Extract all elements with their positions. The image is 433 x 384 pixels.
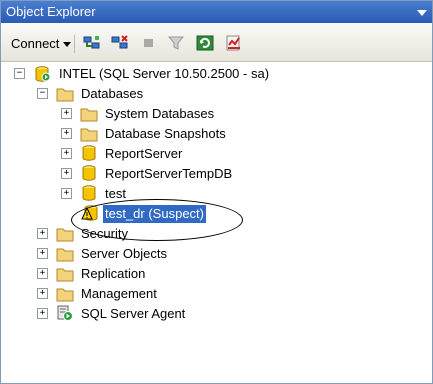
refresh-icon[interactable] — [196, 35, 214, 51]
folder-icon — [56, 88, 74, 102]
tree-node-server-objects[interactable]: + Server Objects — [1, 245, 432, 263]
tree-node-database-snapshots[interactable]: + Database Snapshots — [1, 125, 432, 143]
object-explorer-tree: − INTEL (SQL Server 10.50.2500 - sa) − D… — [1, 61, 432, 383]
tree-label: ReportServer — [105, 146, 183, 161]
expand-icon[interactable]: + — [37, 288, 48, 299]
expand-icon[interactable]: + — [37, 308, 48, 319]
database-icon — [82, 185, 96, 201]
folder-icon — [80, 128, 98, 142]
panel-menu-arrow-icon[interactable] — [417, 10, 427, 16]
tree-label: Databases — [81, 86, 144, 101]
tree-label: ReportServerTempDB — [105, 166, 233, 181]
activity-monitor-icon[interactable] — [225, 35, 243, 51]
tree-node-server[interactable]: − INTEL (SQL Server 10.50.2500 - sa) — [1, 65, 432, 83]
tree-label: Management — [81, 286, 157, 301]
agent-icon — [57, 305, 73, 321]
expand-icon[interactable]: + — [61, 168, 72, 179]
database-icon — [82, 165, 96, 181]
tree-node-databases[interactable]: − Databases — [1, 85, 432, 103]
folder-icon — [56, 248, 74, 262]
tree-label: Server Objects — [81, 246, 167, 261]
folder-icon — [56, 288, 74, 302]
expand-icon[interactable]: + — [61, 108, 72, 119]
expand-icon[interactable]: + — [61, 188, 72, 199]
toolbar-separator — [74, 35, 75, 53]
filter-icon[interactable] — [167, 35, 185, 51]
tree-label: Replication — [81, 266, 146, 281]
panel-title-bar: Object Explorer — [1, 1, 432, 23]
object-explorer-panel: Object Explorer Connect − INTEL (SQL Ser… — [0, 0, 433, 384]
collapse-icon[interactable]: − — [37, 88, 48, 99]
tree-node-reportserver[interactable]: + ReportServer — [1, 145, 432, 163]
tree-label: System Databases — [105, 106, 215, 121]
toolbar: Connect — [1, 23, 432, 62]
tree-label: INTEL (SQL Server 10.50.2500 - sa) — [59, 66, 270, 81]
collapse-icon[interactable]: − — [14, 68, 25, 79]
expand-icon[interactable]: + — [37, 228, 48, 239]
annotation-oval — [71, 199, 243, 241]
folder-icon — [80, 108, 98, 122]
stop-icon[interactable] — [139, 35, 157, 51]
expand-icon[interactable]: + — [61, 128, 72, 139]
folder-icon — [56, 268, 74, 282]
expand-icon[interactable]: + — [37, 248, 48, 259]
folder-icon — [56, 228, 74, 242]
tree-node-system-databases[interactable]: + System Databases — [1, 105, 432, 123]
tree-label: SQL Server Agent — [81, 306, 186, 321]
connect-label: Connect — [11, 36, 60, 51]
panel-title: Object Explorer — [6, 4, 96, 19]
connect-button[interactable]: Connect — [11, 36, 72, 51]
tree-label: Database Snapshots — [105, 126, 226, 141]
expand-icon[interactable]: + — [61, 148, 72, 159]
disconnect-icon[interactable] — [111, 35, 129, 51]
tree-node-reportservertempdb[interactable]: + ReportServerTempDB — [1, 165, 432, 183]
database-icon — [82, 145, 96, 161]
chevron-down-icon — [63, 42, 72, 48]
tree-node-management[interactable]: + Management — [1, 285, 432, 303]
connect-object-explorer-icon[interactable] — [83, 35, 101, 51]
server-icon — [35, 66, 51, 82]
tree-node-replication[interactable]: + Replication — [1, 265, 432, 283]
expand-icon[interactable]: + — [37, 268, 48, 279]
tree-node-test[interactable]: + test — [1, 185, 432, 203]
tree-node-sql-server-agent[interactable]: + SQL Server Agent — [1, 305, 432, 323]
